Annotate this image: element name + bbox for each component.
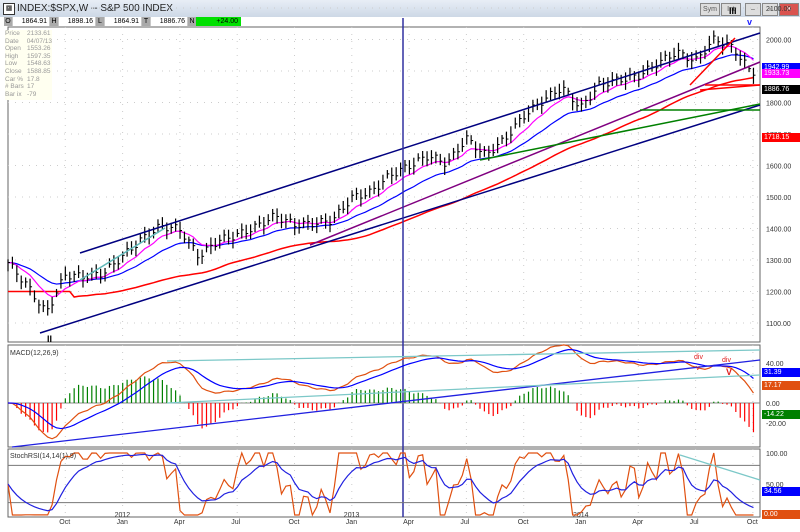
x-axis-month: Oct: [518, 519, 529, 526]
x-axis-month: Jul: [231, 519, 240, 526]
macd-axis-label: -20.00: [766, 421, 786, 428]
wave-3-label: III: [729, 6, 737, 16]
x-axis-month: Oct: [289, 519, 300, 526]
info-value: 2133.61: [27, 30, 51, 37]
x-axis-month: Jul: [460, 519, 469, 526]
data-window: Price 2133.61 Date 04/07/13 Open 1553.26 High 1…: [5, 30, 52, 100]
info-label: Open: [5, 45, 21, 53]
price-axis-label: 2100.00: [766, 6, 791, 13]
v-label: v: [696, 365, 700, 372]
x-axis-year: 2012: [115, 512, 131, 519]
price-axis-label: 1500.00: [766, 195, 791, 202]
div-label: div: [694, 354, 703, 361]
macd-axis-label: 40.00: [766, 361, 784, 368]
macd-panel: [7, 344, 761, 448]
price-value-label: 1718.15: [762, 133, 800, 142]
info-label: # Bars: [5, 83, 24, 91]
price-axis-label: 1800.00: [766, 101, 791, 108]
info-row: Price 2133.61: [5, 30, 52, 38]
macd-value-label: -14.22: [762, 410, 800, 419]
macd-value-label: 31.39: [762, 368, 800, 377]
x-axis-month: Oct: [747, 519, 758, 526]
info-row: Close 1588.85: [5, 68, 52, 76]
info-value: 1553.26: [27, 45, 51, 53]
price-axis-label: 1100.00: [766, 321, 791, 328]
price-axis-label: 1400.00: [766, 227, 791, 234]
info-value: 04/07/13: [26, 37, 52, 45]
div-label: div: [722, 357, 731, 364]
x-axis-month: Jan: [346, 519, 357, 526]
stoch-axis-label: 100.00: [766, 451, 788, 458]
info-value: 1548.63: [27, 60, 51, 68]
info-row: Open 1553.26: [5, 45, 52, 53]
x-axis-month: Jan: [575, 519, 586, 526]
x-axis-month: Apr: [174, 519, 186, 526]
v-label: V: [726, 367, 732, 377]
x-axis-month: Apr: [632, 519, 644, 526]
info-label: Price: [5, 30, 20, 37]
stochrsi-title: StochRSI(14,14(1),9): [10, 453, 76, 460]
x-axis-month: Oct: [59, 519, 70, 526]
info-row: Date 04/07/13: [5, 38, 52, 46]
info-label: Close: [5, 67, 22, 75]
price-chart[interactable]: 2100.002000.001900.001800.001700.001600.…: [0, 0, 800, 532]
stoch-value-label: 34.56: [762, 487, 800, 496]
info-row: Bar ix -79: [5, 91, 52, 99]
info-label: Car %: [5, 75, 24, 83]
price-axis-label: 1600.00: [766, 164, 791, 171]
x-axis-month: Apr: [403, 519, 415, 526]
price-axis-label: 1200.00: [766, 290, 791, 297]
info-value: 17: [27, 83, 35, 91]
info-label: Date: [5, 37, 19, 45]
price-value-label: 1933.73: [762, 69, 800, 78]
info-label: Low: [5, 60, 17, 68]
x-axis-year: 2013: [344, 512, 360, 519]
info-value: -79: [27, 90, 37, 98]
info-label: High: [5, 52, 19, 60]
macd-value-label: 17.17: [762, 381, 800, 390]
info-value: 1588.85: [27, 67, 51, 75]
info-row: Car % 17.8: [5, 76, 52, 84]
price-value-label: 1886.76: [762, 85, 800, 94]
info-value: 17.8: [27, 75, 40, 83]
wave-5-label: v: [747, 17, 752, 27]
info-row: Low 1548.63: [5, 60, 52, 68]
price-axis-label: 1300.00: [766, 258, 791, 265]
x-axis-month: Jul: [690, 519, 699, 526]
price-axis-label: 2000.00: [766, 38, 791, 45]
chart-window: ▦ INDEX:$SPX,W -- S&P 500 INDEX Sym Int …: [0, 0, 800, 532]
x-axis-month: Jan: [117, 519, 128, 526]
macd-axis-label: 0.00: [766, 401, 780, 408]
info-row: High 1597.35: [5, 53, 52, 61]
info-row: # Bars 17: [5, 83, 52, 91]
info-value: 1597.35: [27, 52, 51, 60]
info-label: Bar ix: [5, 90, 22, 98]
stoch-value-label: 0.00: [762, 510, 800, 519]
wave-2-label: II: [47, 334, 52, 344]
macd-title: MACD(12,26,9): [10, 350, 59, 357]
